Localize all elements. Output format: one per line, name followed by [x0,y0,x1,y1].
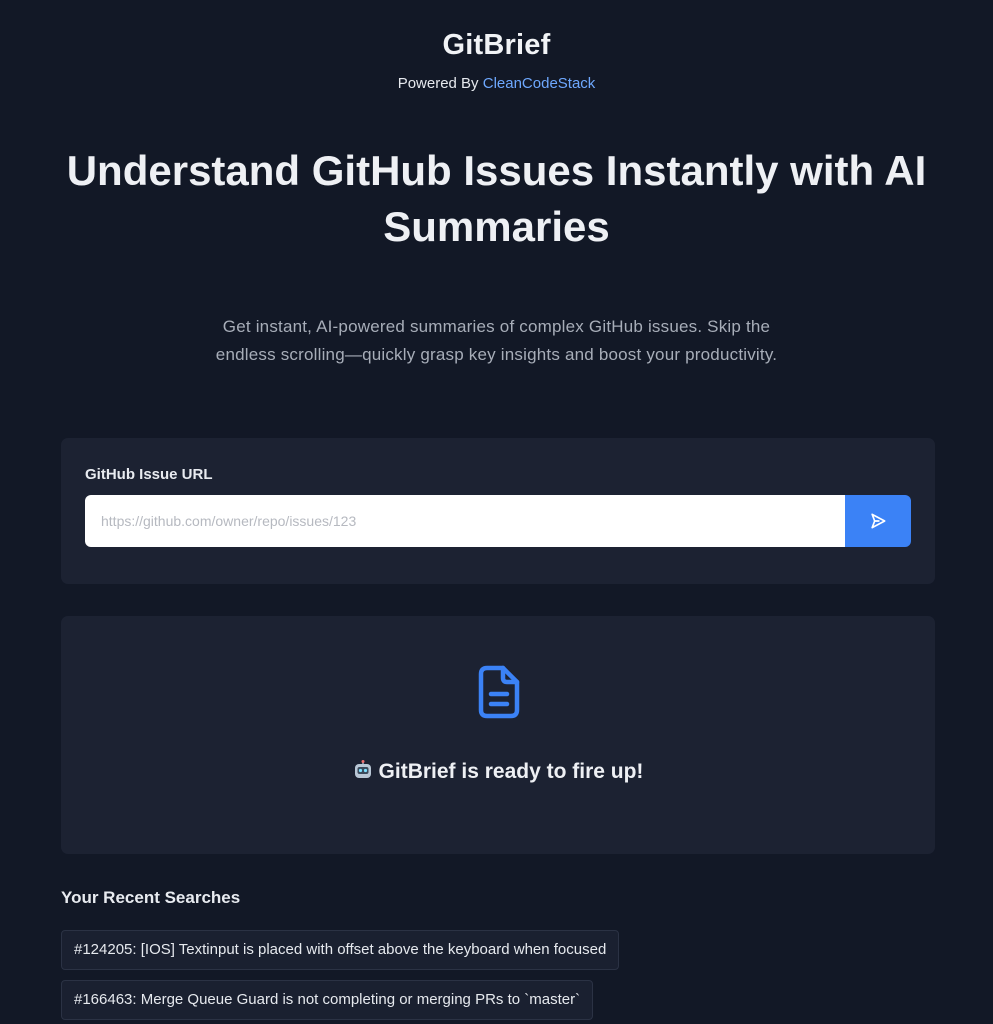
header: GitBrief Powered By CleanCodeStack [0,0,993,93]
ready-card: GitBrief is ready to fire up! [61,616,935,854]
document-icon [478,665,520,719]
ready-message-text: GitBrief is ready to fire up! [378,760,644,783]
hero-subtitle: Get instant, AI-powered summaries of com… [215,317,778,364]
hero-title: Understand GitHub Issues Instantly with … [66,147,927,250]
send-icon [871,513,886,529]
submit-button[interactable] [845,495,911,547]
url-field-label: GitHub Issue URL [85,466,213,483]
app-title: GitBrief [442,29,551,61]
recent-search-item[interactable]: #166463: Merge Queue Guard is not comple… [61,980,594,1020]
issue-url-input[interactable] [85,495,845,547]
robot-icon [354,760,371,778]
powered-by: Powered By CleanCodeStack [0,75,993,93]
powered-by-label: Powered By [397,75,483,92]
ready-message: GitBrief is ready to fire up! [61,760,935,784]
url-form-card: GitHub Issue URL [61,438,935,584]
recent-searches-title: Your Recent Searches [61,888,241,907]
recent-search-item[interactable]: #124205: [IOS] Textinput is placed with … [61,930,620,970]
cleancodestack-link[interactable]: CleanCodeStack [483,75,596,92]
